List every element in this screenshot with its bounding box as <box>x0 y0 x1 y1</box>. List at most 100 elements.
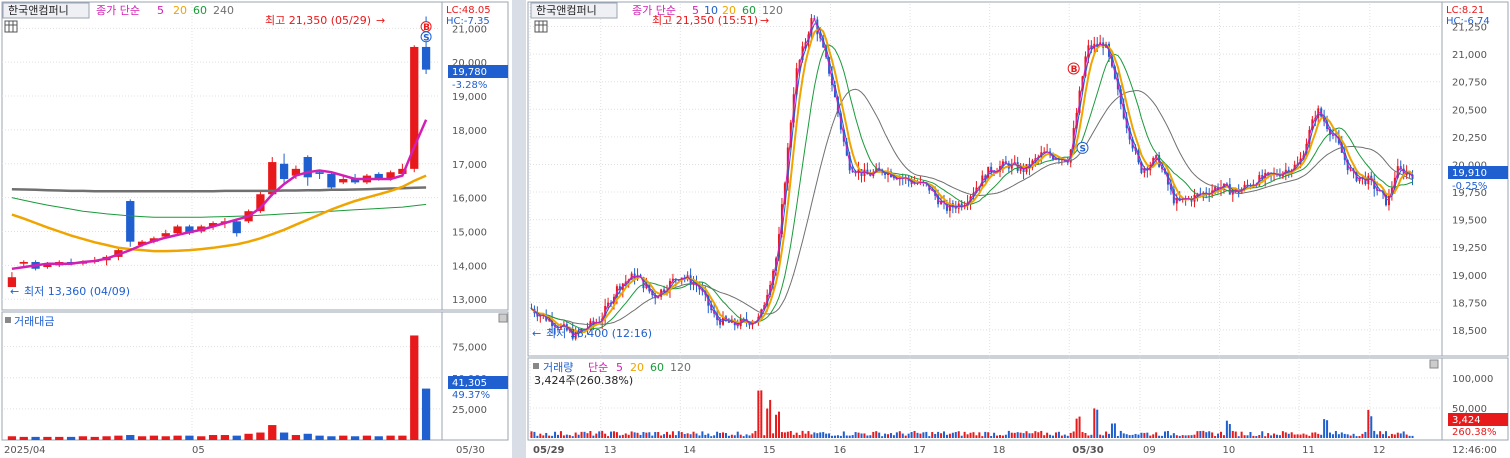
right-volume-bar-0 <box>530 431 533 438</box>
right-volume-bar-228 <box>1202 430 1205 438</box>
right-volume-bar-238 <box>1231 430 1234 438</box>
right-volume-bar-291 <box>1387 436 1390 438</box>
right-volume-bar-184 <box>1072 431 1075 438</box>
right-volume-bar-172 <box>1037 432 1040 438</box>
right-volume-bar-264 <box>1308 435 1311 438</box>
right-volume-bar-21 <box>592 435 595 438</box>
right-volume-bar-50 <box>677 431 680 438</box>
left-volume-tick-0: 75,000 <box>452 343 487 354</box>
right-volume-bar-225 <box>1193 434 1196 438</box>
right-volume-bar-10 <box>559 431 562 438</box>
right-current-price: 19,910 <box>1452 168 1487 179</box>
left-volume-bar-17 <box>208 435 218 440</box>
right-volume-bar-76 <box>754 430 757 438</box>
right-volume-bar-61 <box>710 436 713 438</box>
right-volume-bar-114 <box>866 435 869 438</box>
right-volume-bar-266 <box>1314 432 1317 438</box>
left-legend-ma5: 5 <box>157 4 164 17</box>
right-volume-bar-262 <box>1302 433 1305 438</box>
left-grid-icon[interactable] <box>4 20 18 33</box>
left-volume-bar-26 <box>315 435 324 440</box>
right-volume-bar-186 <box>1078 416 1081 438</box>
right-volume-bar-279 <box>1352 433 1355 438</box>
left-volume-icon[interactable] <box>5 317 11 323</box>
right-volume-bar-192 <box>1096 409 1099 438</box>
splitter[interactable] <box>512 0 526 458</box>
right-volume-bar-137 <box>934 433 937 438</box>
right-volume-bar-161 <box>1004 434 1007 438</box>
right-volume-bar-55 <box>692 431 695 438</box>
right-volume-bar-62 <box>713 435 716 438</box>
right-volume-bar-214 <box>1161 435 1164 438</box>
right-volume-bar-287 <box>1376 434 1379 438</box>
right-volume-bar-239 <box>1234 431 1237 438</box>
right-volume-bar-59 <box>704 434 707 438</box>
right-volume-bar-226 <box>1196 431 1199 438</box>
right-volume-bar-295 <box>1399 433 1402 438</box>
left-candle-23 <box>279 163 289 180</box>
right-volume-bar-257 <box>1287 433 1290 438</box>
right-volume-bar-40 <box>648 432 651 438</box>
right-volume-bar-144 <box>954 432 957 438</box>
right-current-change: -0.25% <box>1452 181 1487 192</box>
right-volume-bar-140 <box>943 431 946 438</box>
right-volume-bar-133 <box>922 432 925 438</box>
right-volume-bar-181 <box>1063 434 1066 438</box>
right-volume-pane[interactable] <box>527 357 1443 441</box>
right-volume-bar-231 <box>1211 432 1214 438</box>
right-volume-bar-127 <box>904 435 907 438</box>
right-xlabel-0: 05/29 <box>533 445 565 456</box>
right-volume-icon[interactable] <box>533 363 539 369</box>
right-volume-bar-23 <box>598 431 601 438</box>
left-volume-bar-5 <box>66 436 76 440</box>
right-volume-bar-12 <box>565 434 568 438</box>
left-price-tick-2: 19,000 <box>452 92 487 103</box>
left-volume-bar-8 <box>102 436 111 440</box>
right-volume-bar-290 <box>1385 431 1388 438</box>
left-volume-bar-33 <box>398 435 407 440</box>
right-volume-bar-66 <box>724 433 727 438</box>
left-legend-ma20: 20 <box>173 4 187 17</box>
right-price-tick-8: 19,250 <box>1452 243 1487 254</box>
right-volume-legend-ma120: 120 <box>670 361 691 374</box>
right-volume-bar-285 <box>1370 416 1373 438</box>
left-volume-pane[interactable] <box>1 311 443 441</box>
right-volume-bar-93 <box>804 433 807 438</box>
right-xlabel-10: 11 <box>1302 445 1315 456</box>
right-volume-bar-276 <box>1343 433 1346 438</box>
right-volume-bar-189 <box>1087 435 1090 438</box>
right-volume-bar-73 <box>745 434 748 438</box>
right-volume-bar-249 <box>1264 436 1267 438</box>
right-volume-bar-89 <box>792 434 795 438</box>
right-volume-bar-80 <box>766 408 769 438</box>
left-volume-close-button[interactable] <box>498 313 508 323</box>
right-price-tick-7: 19,500 <box>1452 216 1487 227</box>
right-volume-bar-19 <box>586 433 589 438</box>
right-volume-close-button[interactable] <box>1429 359 1439 369</box>
right-volume-bar-28 <box>612 431 615 438</box>
right-volume-bar-165 <box>1016 432 1019 438</box>
left-sell-marker-label: S <box>423 33 429 43</box>
left-candle-19 <box>232 221 241 234</box>
right-price-tick-1: 21,000 <box>1452 50 1487 61</box>
right-volume-bar-78 <box>760 390 763 438</box>
right-volume-bar-14 <box>571 436 574 438</box>
right-volume-bar-44 <box>660 435 663 438</box>
right-volume-info: 3,424주(260.38%) <box>534 374 633 387</box>
right-volume-bar-9 <box>556 434 559 438</box>
right-volume-bar-159 <box>998 435 1001 438</box>
right-volume-bar-221 <box>1181 435 1184 438</box>
right-volume-bar-197 <box>1110 423 1113 438</box>
left-volume-bar-4 <box>55 436 64 440</box>
left-volume-bar-32 <box>386 435 395 440</box>
right-volume-bar-222 <box>1184 435 1187 438</box>
left-legend-ma120: 240 <box>213 4 234 17</box>
right-xlabel-3: 15 <box>763 445 776 456</box>
right-volume-bar-150 <box>972 432 975 438</box>
left-volume-title: 거래대금 <box>14 315 54 328</box>
right-volume-bar-6 <box>548 435 551 438</box>
right-volume-bar-34 <box>630 431 633 438</box>
right-volume-bar-243 <box>1246 435 1249 438</box>
right-grid-icon[interactable] <box>534 20 548 33</box>
left-volume-bar-13 <box>161 436 170 440</box>
